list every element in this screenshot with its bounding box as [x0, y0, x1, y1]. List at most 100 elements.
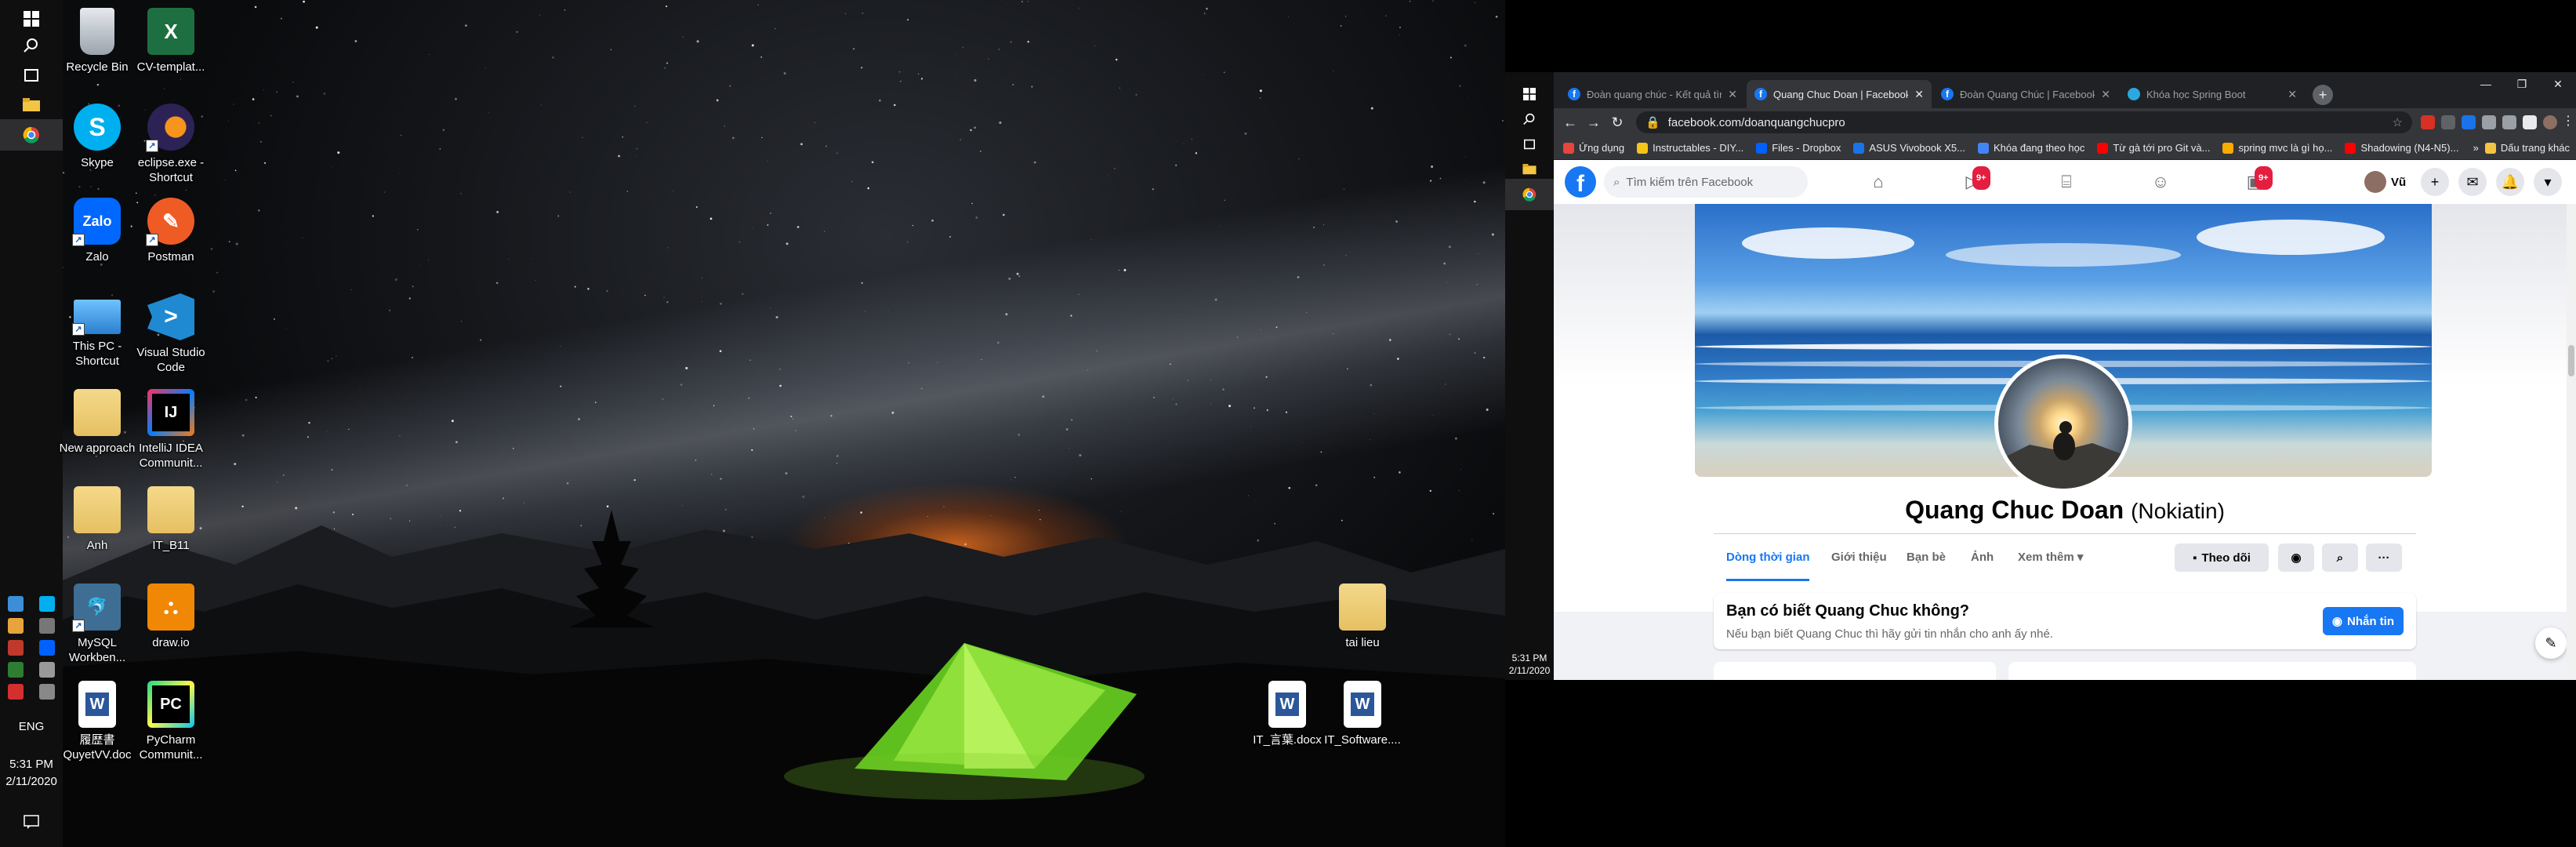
marketplace-icon[interactable]: ⌸ [2055, 171, 2077, 193]
app-tray-icon-2[interactable] [8, 640, 24, 656]
extension-icon-2[interactable] [2441, 115, 2455, 129]
desktop-icon-it-kotoba[interactable]: W IT_言葉.docx [1248, 681, 1326, 747]
groups-icon[interactable]: ☺ [2150, 171, 2171, 193]
profile-avatar[interactable] [2543, 115, 2557, 129]
clock-time[interactable]: 5:31 PM [1505, 653, 1554, 663]
unikey-tray-icon[interactable] [8, 684, 24, 700]
back-button[interactable]: ← [1558, 111, 1582, 134]
desktop-icon-vscode[interactable]: > Visual Studio Code [132, 293, 210, 375]
messenger-tray-icon[interactable] [8, 596, 24, 612]
tab-doan-quang-chuc[interactable]: f Đoàn Quang Chúc | Facebook ✕ [1933, 80, 2118, 108]
address-bar[interactable]: 🔒 facebook.com/doanquangchucpro ☆ [1636, 111, 2412, 133]
tab-about[interactable]: Giới thiệu [1831, 534, 1887, 581]
notification-icon[interactable] [16, 806, 47, 838]
chrome-taskbar-icon[interactable] [1505, 179, 1554, 210]
bookmark-shadowing[interactable]: Shadowing (N4-N5)... [2345, 142, 2458, 154]
tab-quang-chuc-doan[interactable]: f Quang Chuc Doan | Facebook ✕ [1747, 80, 1932, 108]
watch-icon[interactable]: ▷9+ [1961, 166, 1990, 193]
task-view-icon[interactable] [16, 60, 47, 91]
send-message-button[interactable]: ◉ Nhắn tin [2322, 607, 2404, 635]
desktop-icon-this-pc[interactable]: ↗ This PC - Shortcut [58, 293, 136, 369]
desktop-icon-eclipse[interactable]: ↗ eclipse.exe - Shortcut [132, 104, 210, 185]
search-profile-button[interactable]: ⌕ [2322, 543, 2358, 572]
search-icon[interactable] [16, 30, 47, 61]
bookmark-git[interactable]: Từ gà tới pro Git và... [2097, 142, 2210, 154]
tab-photos[interactable]: Ảnh [1971, 534, 1994, 581]
bookmark-spring-mvc[interactable]: spring mvc là gì họ... [2222, 142, 2332, 154]
extension-icon-3[interactable] [2462, 115, 2476, 129]
desktop-icon-skype[interactable]: S Skype [58, 104, 136, 170]
clock-date[interactable]: 2/11/2020 [0, 775, 63, 788]
desktop-icon-new-approach[interactable]: New approach [58, 389, 136, 456]
extension-icon-1[interactable] [2421, 115, 2435, 129]
app-tray-icon-3[interactable] [8, 662, 24, 678]
tab-more[interactable]: Xem thêm ▾ [2018, 534, 2083, 581]
tab-search-results[interactable]: f Đoàn quang chúc - Kết quả tìm... ✕ [1560, 80, 1745, 108]
bookmark-apps[interactable]: Ứng dụng [1563, 142, 1624, 154]
gaming-icon[interactable]: ▣9+ [2244, 166, 2273, 193]
bookmarks-overflow[interactable]: » [2473, 142, 2479, 154]
bookmark-instructables[interactable]: Instructables - DIY... [1637, 142, 1743, 154]
profile-picture[interactable] [1994, 354, 2132, 493]
volume-icon[interactable] [39, 618, 55, 634]
desktop-icon-drawio[interactable]: ⛬ draw.io [132, 583, 210, 650]
close-tab-icon[interactable]: ✕ [2101, 88, 2110, 101]
menu-kebab-icon[interactable]: ⋮ [2562, 113, 2574, 129]
tab-timeline[interactable]: Dòng thời gian [1726, 534, 1810, 581]
page-scrollbar[interactable] [2567, 204, 2576, 680]
maximize-button[interactable]: ❐ [2504, 72, 2540, 96]
desktop-icon-it-software[interactable]: W IT_Software.... [1323, 681, 1402, 747]
extension-icon-4[interactable] [2482, 115, 2496, 129]
file-explorer-icon[interactable] [16, 89, 47, 121]
desktop-icon-intellij[interactable]: IJ IntelliJ IDEA Communit... [132, 389, 210, 471]
battery-icon[interactable] [39, 662, 55, 678]
more-options-button[interactable]: ··· [2366, 543, 2402, 572]
other-bookmarks[interactable]: Dấu trang khác [2484, 142, 2570, 154]
desktop-icon-recycle-bin[interactable]: Recycle Bin [58, 8, 136, 75]
clock-time[interactable]: 5:31 PM [0, 758, 63, 771]
dropbox-tray-icon[interactable] [39, 640, 55, 656]
desktop-icon-anh[interactable]: Anh [58, 486, 136, 553]
language-indicator[interactable]: ENG [0, 720, 63, 733]
wifi-icon[interactable] [39, 684, 55, 700]
tab-spring-boot[interactable]: Khóa học Spring Boot ✕ [2120, 80, 2305, 108]
notifications-icon[interactable]: 🔔 [2496, 168, 2524, 196]
bookmark-star-icon[interactable]: ☆ [2393, 115, 2403, 129]
bookmark-dropbox[interactable]: Files - Dropbox [1756, 142, 1841, 154]
app-tray-icon[interactable] [8, 618, 24, 634]
skype-tray-icon[interactable] [39, 596, 55, 612]
reload-button[interactable]: ↻ [1605, 111, 1629, 134]
facebook-search-input[interactable]: ⌕ Tìm kiếm trên Facebook [1604, 166, 1808, 198]
account-menu-icon[interactable]: ▾ [2534, 168, 2562, 196]
desktop-icon-it-b11[interactable]: IT_B11 [132, 486, 210, 553]
messenger-icon[interactable]: ✉ [2458, 168, 2487, 196]
facebook-logo-icon[interactable]: f [1565, 166, 1596, 198]
bookmark-asus[interactable]: ASUS Vivobook X5... [1853, 142, 1965, 154]
puzzle-icon[interactable] [2502, 115, 2516, 129]
minimize-button[interactable]: — [2468, 72, 2504, 96]
desktop-icon-cv-template[interactable]: X CV-templat... [132, 8, 210, 75]
close-tab-icon[interactable]: ✕ [1914, 88, 1924, 101]
desktop-icon-pycharm[interactable]: PC PyCharm Communit... [132, 681, 210, 762]
clock-date[interactable]: 2/11/2020 [1505, 665, 1554, 676]
close-tab-icon[interactable]: ✕ [2288, 88, 2297, 101]
messenger-button[interactable]: ◉ [2278, 543, 2314, 572]
follow-button[interactable]: ▪ Theo dõi [2175, 543, 2269, 572]
desktop-icon-zalo[interactable]: Zalo ↗ Zalo [58, 198, 136, 264]
home-icon[interactable]: ⌂ [1867, 171, 1889, 193]
forward-button[interactable]: → [1582, 111, 1605, 134]
bookmark-courses[interactable]: Khóa đang theo học [1977, 142, 2084, 154]
tab-friends[interactable]: Bạn bè [1907, 534, 1946, 581]
chrome-taskbar-icon[interactable] [0, 119, 63, 151]
new-tab-button[interactable]: + [2313, 85, 2333, 105]
new-message-icon[interactable]: ✎ [2535, 627, 2567, 659]
profile-shortcut[interactable]: Vũ [2364, 171, 2406, 193]
close-window-button[interactable]: ✕ [2540, 72, 2576, 96]
desktop-icon-postman[interactable]: ✎ ↗ Postman [132, 198, 210, 264]
create-icon[interactable]: + [2421, 168, 2449, 196]
desktop-icon-tai-lieu[interactable]: tai lieu [1323, 583, 1402, 650]
extension-icon-5[interactable] [2523, 115, 2537, 129]
desktop-icon-rirekisho[interactable]: W 履歴書 QuyetVV.doc [58, 681, 136, 762]
scrollbar-thumb[interactable] [2568, 345, 2574, 376]
close-tab-icon[interactable]: ✕ [1728, 88, 1737, 101]
